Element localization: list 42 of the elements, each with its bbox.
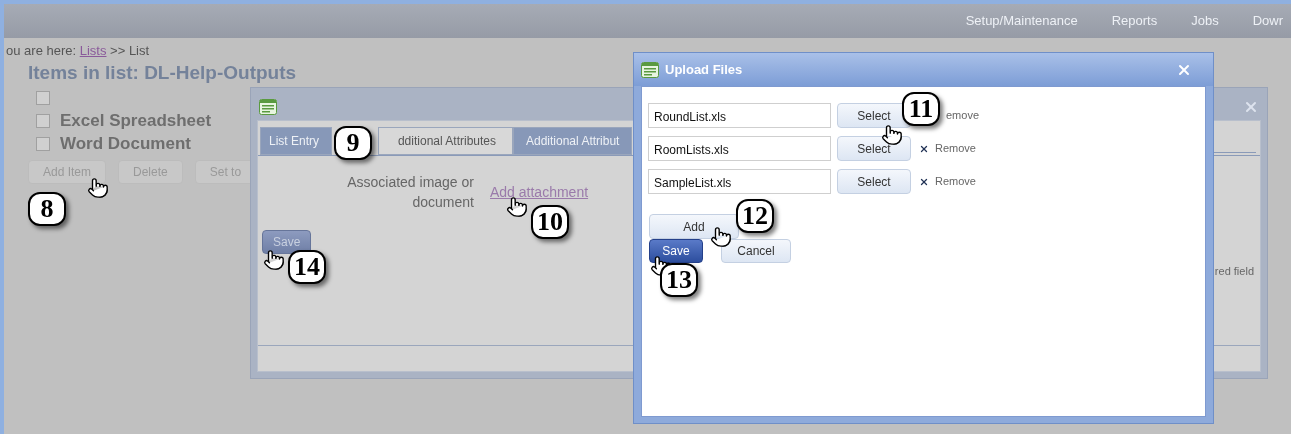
step-callout: 13 <box>660 263 698 297</box>
step-callout: 8 <box>28 192 66 226</box>
breadcrumb-label: >> List <box>109 43 150 58</box>
window-icon <box>641 61 659 78</box>
cancel-button[interactable]: Cancel <box>721 239 791 263</box>
breadcrumb-link[interactable]: Lists <box>79 43 107 58</box>
page-title: Items in list: DL-Help-Outputs <box>28 60 297 85</box>
item-label: Excel Spreadsheet <box>60 109 212 132</box>
checkbox[interactable] <box>36 136 50 151</box>
remove-icon[interactable] <box>919 143 929 154</box>
remove-icon[interactable] <box>919 176 929 187</box>
step-callout: 12 <box>736 199 774 233</box>
checkbox[interactable] <box>36 90 50 105</box>
file-name-field[interactable]: RoundList.xls <box>648 103 831 128</box>
window-icon <box>259 99 277 115</box>
tab[interactable]: dditional Attributes <box>378 127 513 155</box>
field-note: red field <box>1214 264 1254 279</box>
save-button[interactable]: Save <box>649 239 703 263</box>
file-name-field[interactable]: SampleList.xls <box>648 169 831 194</box>
remove-link[interactable]: Remove <box>935 173 976 190</box>
remove-link[interactable]: emove <box>946 107 980 124</box>
dialog-title: Upload Files <box>665 60 743 79</box>
step-callout: 10 <box>531 205 569 239</box>
breadcrumb-label: ou are here: <box>6 43 78 58</box>
step-callout: 14 <box>288 250 326 284</box>
close-icon[interactable] <box>1243 99 1259 115</box>
field-label: Associated image or document <box>346 173 474 212</box>
step-callout: 9 <box>334 126 372 160</box>
item-label: Word Document <box>60 132 191 155</box>
checkbox[interactable] <box>36 113 50 128</box>
add-button[interactable]: Add <box>649 214 739 239</box>
step-callout: 11 <box>902 92 940 126</box>
select-button[interactable]: Select <box>837 169 911 194</box>
hand-cursor-icon <box>263 249 285 271</box>
hand-cursor-icon <box>881 124 903 146</box>
hand-cursor-icon <box>506 196 528 218</box>
select-button[interactable]: Select <box>837 136 911 161</box>
hand-cursor-icon <box>87 177 109 199</box>
select-button[interactable]: Select <box>837 103 911 128</box>
file-name-field[interactable]: RoomLists.xls <box>648 136 831 161</box>
hand-cursor-icon <box>710 226 732 248</box>
remove-link[interactable]: Remove <box>935 140 976 157</box>
